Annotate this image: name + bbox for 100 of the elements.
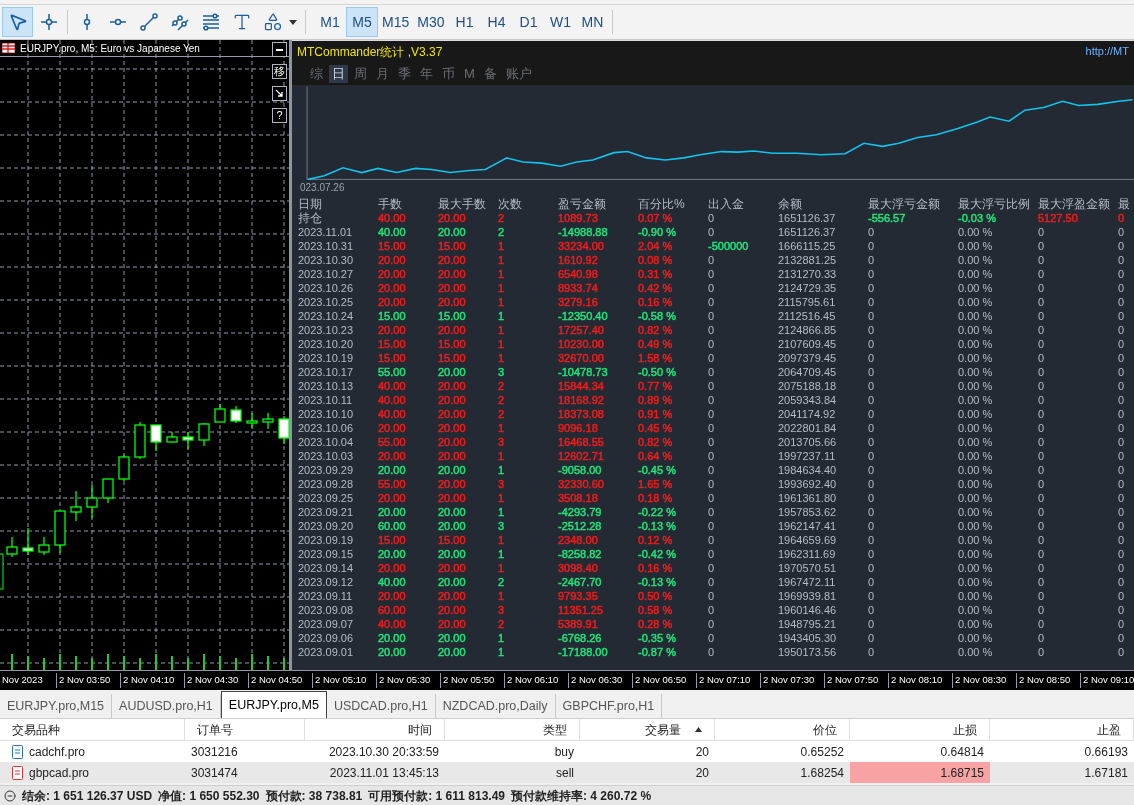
table-cell-text: 1.67181 xyxy=(1084,764,1128,782)
table-cell-text: 0.00 % xyxy=(958,421,994,435)
timeframe-button[interactable]: MN xyxy=(576,7,609,37)
chart-title: EURJPY.pro, M5: Euro vs Japanese Yen xyxy=(20,41,200,56)
table-cell-text: 0 xyxy=(1118,281,1126,295)
column-header[interactable]: 订单号 xyxy=(185,719,305,740)
table-cell-text: 0 xyxy=(1118,491,1126,505)
table-cell-text: buy xyxy=(554,743,574,761)
period-tab[interactable]: 年 xyxy=(417,64,436,83)
table-cell-text: 1984634.40 xyxy=(778,463,838,477)
table-cell-text: 1 xyxy=(498,505,506,519)
table-cell-text: 20.00 xyxy=(378,323,407,337)
table-cell-text: 15.00 xyxy=(378,533,407,547)
timeframe-button[interactable]: M5 xyxy=(346,7,378,37)
table-cell-text: -500000 xyxy=(708,239,750,253)
table-cell-text: 2023.09.12 xyxy=(298,575,355,589)
period-tab[interactable]: 季 xyxy=(395,64,414,83)
column-header[interactable]: 交易品种 xyxy=(0,719,185,740)
chart-tab[interactable]: EURJPY.pro,M5 xyxy=(220,691,327,718)
candle xyxy=(38,536,50,556)
table-cell-text: 20.00 xyxy=(438,477,467,491)
table-cell-text: 2023.10.20 xyxy=(298,337,355,351)
table-cell-text: 1 xyxy=(498,631,506,645)
column-header[interactable]: 时间 xyxy=(305,719,445,740)
chart-tab[interactable]: AUDUSD.pro,H1 xyxy=(112,694,221,718)
column-header[interactable]: 类型 xyxy=(445,719,580,740)
table-cell-text: 1948795.21 xyxy=(778,617,838,631)
period-tab[interactable]: 账户 xyxy=(502,64,535,83)
candle xyxy=(118,454,130,482)
table-cell-text: 0 xyxy=(868,267,876,281)
period-tab[interactable]: M xyxy=(461,64,478,83)
table-cell-text: 1964659.69 xyxy=(778,533,838,547)
chart-side-button[interactable]: 移 xyxy=(272,64,287,79)
table-cell-text: 20.00 xyxy=(378,547,407,561)
chart-tab[interactable]: GBPCHF.pro,H1 xyxy=(555,694,663,718)
table-cell-text: 0 xyxy=(708,337,716,351)
table-cell-text: 32330.60 xyxy=(558,477,605,491)
chart-side-button[interactable]: ? xyxy=(272,108,287,123)
column-header[interactable]: 止损 xyxy=(850,719,990,740)
drawing-tool-button[interactable] xyxy=(2,7,33,37)
timeframe-button[interactable]: D1 xyxy=(512,7,545,37)
table-cell-text: 0 xyxy=(1038,365,1046,379)
time-axis-label: 2 Nov 04:50 xyxy=(248,673,312,688)
status-item: 结余: 1 651 126.37 USD xyxy=(22,787,153,805)
column-header[interactable]: 价位 xyxy=(715,719,850,740)
time-axis-label: 2 Nov 08:30 xyxy=(952,673,1016,688)
table-cell-text: 0 xyxy=(1038,533,1046,547)
time-axis-label: 2 Nov 07:30 xyxy=(760,673,824,688)
timeframe-button[interactable]: H4 xyxy=(480,7,513,37)
table-cell-text: 2 xyxy=(498,211,506,225)
column-header[interactable]: 交易量 xyxy=(580,719,715,740)
chart-tab[interactable]: EURJPY.pro,M15 xyxy=(0,694,113,718)
period-tab[interactable]: 日 xyxy=(329,64,348,83)
collapse-icon[interactable] xyxy=(4,789,16,802)
period-tab[interactable]: 综 xyxy=(307,64,326,83)
table-cell-text: 3 xyxy=(498,519,506,533)
table-cell-text: 0 xyxy=(868,589,876,603)
table-cell-text: 0 xyxy=(708,225,716,239)
table-cell-text: -8258.82 xyxy=(558,547,603,561)
table-cell-text: 0 xyxy=(1038,407,1046,421)
minimize-button[interactable] xyxy=(272,42,287,57)
table-cell-text: 0.00 % xyxy=(958,617,994,631)
chart-tab[interactable]: USDCAD.pro,H1 xyxy=(326,694,436,718)
table-cell-text: 0.31 % xyxy=(638,267,674,281)
stop-loss-cell-text: 0.64814 xyxy=(939,743,985,761)
table-cell-text: 0 xyxy=(1118,547,1126,561)
time-axis-label: 2 Nov 05:30 xyxy=(376,673,440,688)
table-cell-text: 0 xyxy=(868,603,876,617)
period-tab[interactable]: 周 xyxy=(351,64,370,83)
timeframe-button[interactable]: H1 xyxy=(448,7,481,37)
period-tab[interactable]: 备 xyxy=(480,64,500,83)
timeframe-button[interactable]: M15 xyxy=(378,7,414,37)
table-cell-text: 40.00 xyxy=(378,575,407,589)
table-cell-text: 0 xyxy=(708,253,716,267)
timeframe-button[interactable]: M30 xyxy=(413,7,449,37)
table-cell-text: 20.00 xyxy=(438,281,467,295)
candle xyxy=(86,484,98,519)
period-tab[interactable]: 月 xyxy=(373,64,392,83)
table-cell-text: -556.57 xyxy=(868,211,907,225)
timeframe-button[interactable]: W1 xyxy=(544,7,577,37)
period-tab[interactable]: 币 xyxy=(439,64,458,83)
chart-tab[interactable]: NZDCAD.pro,Daily xyxy=(435,694,556,718)
arrow-button[interactable] xyxy=(272,86,287,101)
table-cell-text: 0.00 % xyxy=(958,575,994,589)
trade-row[interactable]: gbpcad.pro 3031474 2023.11.01 13:45:13 sell 20 1.68254 1.68715 1.67181 xyxy=(0,762,1134,783)
table-cell-text: 0 xyxy=(868,631,876,645)
table-cell-text: -0.35 % xyxy=(638,631,677,645)
table-cell-text: -14988.88 xyxy=(558,225,609,239)
timeframe-button[interactable]: M1 xyxy=(314,7,346,37)
table-cell-text: 1969939.81 xyxy=(778,589,838,603)
table-cell-text: 0.00 % xyxy=(958,225,994,239)
table-cell-text: 0 xyxy=(868,379,876,393)
table-cell-text: 0 xyxy=(1118,421,1126,435)
candle xyxy=(214,403,226,423)
table-cell-text: 0 xyxy=(868,547,876,561)
caret-icon[interactable] xyxy=(289,19,297,25)
column-header[interactable]: 止盈 xyxy=(990,719,1134,740)
website-link[interactable]: http://MT xyxy=(1085,43,1129,60)
table-cell-text: -0.22 % xyxy=(638,505,677,519)
table-cell-text: 20.00 xyxy=(378,505,407,519)
